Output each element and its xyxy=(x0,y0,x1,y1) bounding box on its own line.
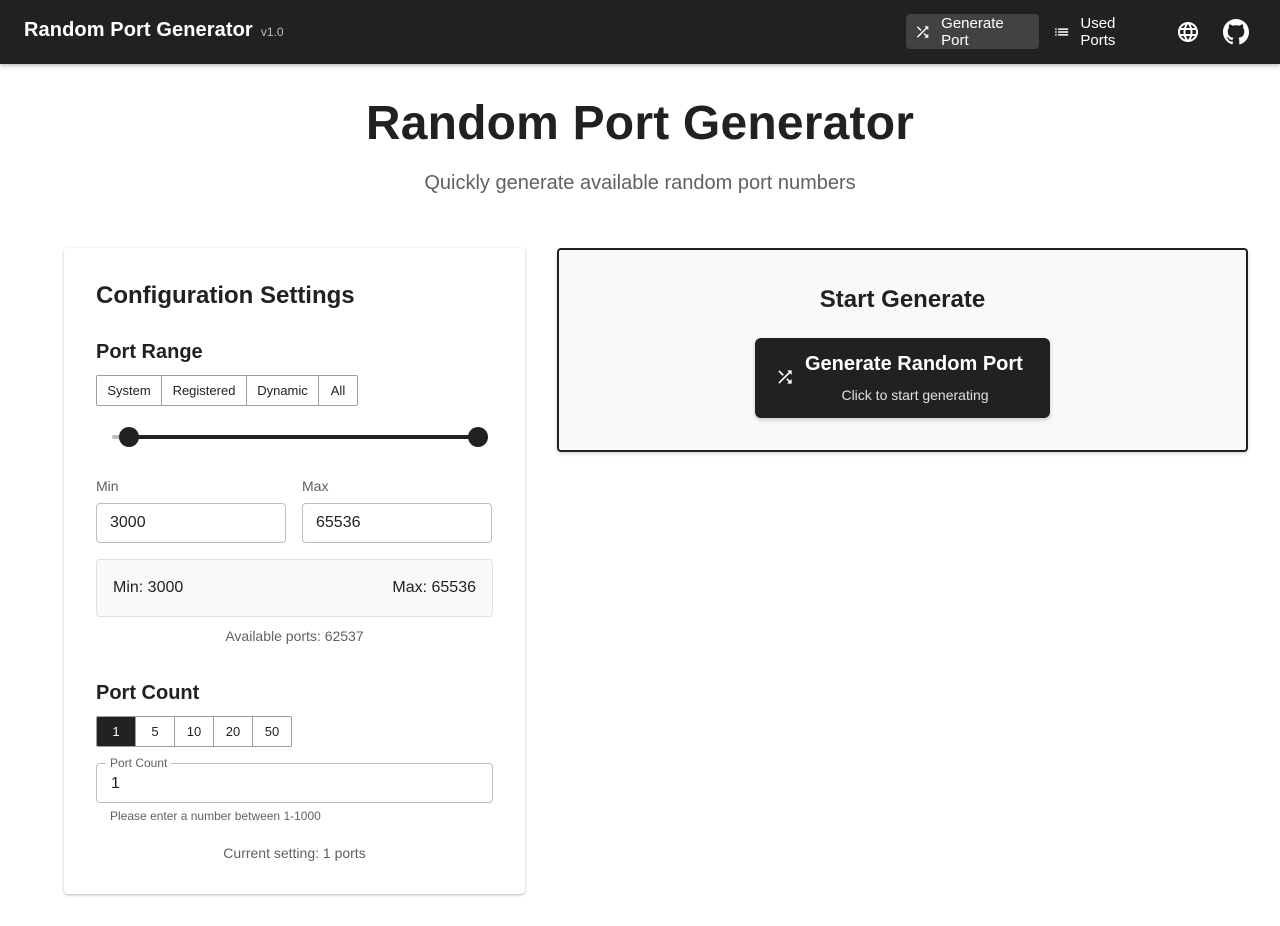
brand-title[interactable]: Random Port Generator xyxy=(24,19,253,42)
min-label: Min xyxy=(96,478,119,494)
summary-min: Min: 3000 xyxy=(113,579,184,596)
port-count-presets: 1 5 10 20 50 xyxy=(96,716,292,747)
shuffle-icon xyxy=(916,25,929,38)
min-input[interactable] xyxy=(96,503,286,543)
nav-generate-label: Generate Port xyxy=(941,14,1004,49)
page-title: Random Port Generator xyxy=(365,97,915,150)
port-count-field-label: Port Count xyxy=(106,756,172,770)
shuffle-icon xyxy=(778,370,792,384)
summary-max: Max: 65536 xyxy=(392,579,476,596)
generate-title: Start Generate xyxy=(819,286,986,313)
port-count-helper: Please enter a number between 1-1000 xyxy=(110,809,321,823)
github-icon xyxy=(1223,19,1249,45)
preset-all-button[interactable]: All xyxy=(319,376,357,405)
list-icon xyxy=(1055,27,1069,36)
count-20-button[interactable]: 20 xyxy=(214,717,253,746)
port-range-title: Port Range xyxy=(96,341,203,363)
nav-used-ports[interactable]: Used Ports xyxy=(1045,14,1160,49)
current-setting-text: Current setting: 1 ports xyxy=(223,845,366,861)
slider-max-thumb[interactable] xyxy=(468,427,488,447)
count-50-button[interactable]: 50 xyxy=(253,717,291,746)
github-button[interactable] xyxy=(1222,18,1250,46)
preset-dynamic-button[interactable]: Dynamic xyxy=(247,376,319,405)
count-1-button[interactable]: 1 xyxy=(97,717,136,746)
config-title: Configuration Settings xyxy=(96,282,355,309)
count-5-button[interactable]: 5 xyxy=(136,717,175,746)
port-range-slider[interactable] xyxy=(112,424,488,450)
max-label: Max xyxy=(302,478,329,494)
port-count-title: Port Count xyxy=(96,682,200,704)
port-count-input[interactable] xyxy=(98,770,488,798)
version-label: v1.0 xyxy=(260,25,284,39)
port-range-presets: System Registered Dynamic All xyxy=(96,375,358,406)
globe-icon xyxy=(1178,22,1198,42)
generate-button-hint: Click to start generating xyxy=(841,387,989,403)
port-count-field: Port Count xyxy=(96,756,493,803)
count-10-button[interactable]: 10 xyxy=(175,717,214,746)
max-input[interactable] xyxy=(302,503,492,543)
range-summary: Min: 3000 Max: 65536 xyxy=(96,559,493,617)
generate-random-port-button[interactable]: Generate Random Port Click to start gene… xyxy=(755,338,1050,418)
nav-generate-port[interactable]: Generate Port xyxy=(906,14,1039,49)
language-button[interactable] xyxy=(1174,18,1202,46)
config-card: Configuration Settings Port Range System… xyxy=(64,248,525,894)
generate-button-label: Generate Random Port xyxy=(805,353,1023,375)
available-ports-text: Available ports: 62537 xyxy=(225,628,364,644)
preset-registered-button[interactable]: Registered xyxy=(162,376,247,405)
app-bar: Random Port Generator v1.0 Generate Port… xyxy=(0,0,1280,64)
slider-min-thumb[interactable] xyxy=(118,427,139,447)
preset-system-button[interactable]: System xyxy=(97,376,162,405)
generate-card: Start Generate Generate Random Port Clic… xyxy=(557,248,1248,452)
slider-track xyxy=(128,435,478,439)
page-subtitle: Quickly generate available random port n… xyxy=(424,172,856,194)
brand[interactable]: Random Port Generator v1.0 xyxy=(24,19,284,42)
nav-used-label: Used Ports xyxy=(1080,14,1116,49)
